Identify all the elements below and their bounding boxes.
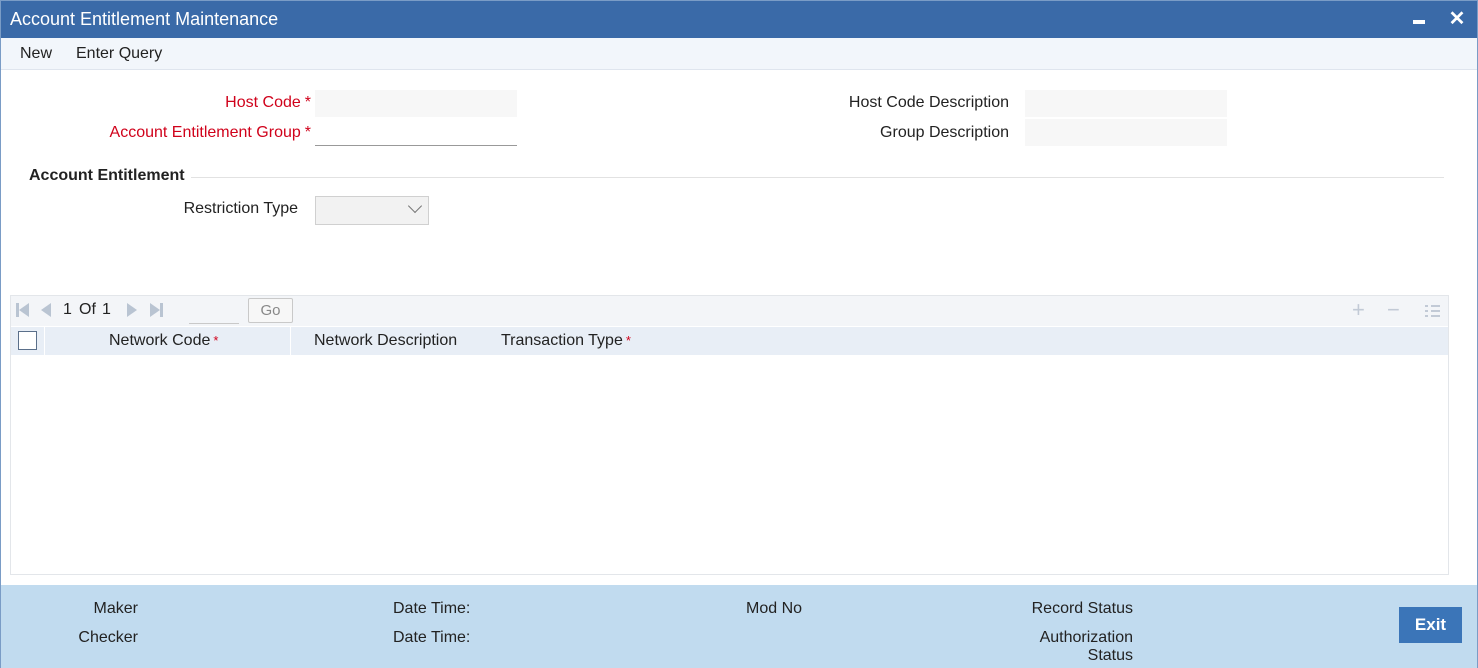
group-description-field xyxy=(1025,119,1227,146)
account-entitlement-group-label-text: Account Entitlement Group xyxy=(109,124,301,141)
required-marker: * xyxy=(304,94,311,111)
checker-date-time-label: Date Time: xyxy=(393,629,471,646)
network-grid: 1 Of 1 Go + − Network Code * Network Des… xyxy=(10,295,1449,575)
enter-query-button[interactable]: Enter Query xyxy=(76,45,162,63)
account-entitlement-group-field[interactable] xyxy=(315,119,517,146)
chevron-down-icon xyxy=(407,198,423,214)
host-code-field[interactable] xyxy=(315,90,517,117)
required-marker: * xyxy=(304,124,311,141)
required-marker: * xyxy=(213,333,219,348)
section-divider xyxy=(191,177,1444,178)
host-code-description-label: Host Code Description xyxy=(848,94,1009,111)
go-button[interactable]: Go xyxy=(248,298,293,323)
maker-date-time-label: Date Time: xyxy=(393,600,471,617)
network-code-header-label: Network Code xyxy=(109,332,211,349)
toolbar: New Enter Query xyxy=(1,38,1477,70)
total-pages: 1 xyxy=(102,301,111,318)
host-code-description-field xyxy=(1025,90,1227,117)
mod-no-label: Mod No xyxy=(746,600,803,617)
authorization-status-label-line2: Status xyxy=(1087,647,1133,664)
column-header-transaction-type[interactable]: Transaction Type * xyxy=(501,332,631,350)
next-page-icon[interactable] xyxy=(125,303,139,317)
account-entitlement-maintenance-window: Account Entitlement Maintenance ✕ New En… xyxy=(0,0,1478,668)
last-page-icon[interactable] xyxy=(150,303,164,317)
restriction-type-label: Restriction Type xyxy=(183,200,298,217)
restriction-type-select[interactable] xyxy=(315,196,429,225)
first-page-icon[interactable] xyxy=(16,303,30,317)
new-button[interactable]: New xyxy=(20,45,52,63)
page-number-input[interactable] xyxy=(189,300,239,324)
current-page: 1 xyxy=(63,301,72,318)
grid-pager: 1 Of 1 Go + − xyxy=(11,296,1448,326)
window-title: Account Entitlement Maintenance xyxy=(10,9,279,29)
record-status-label: Record Status xyxy=(1031,600,1133,617)
previous-page-icon[interactable] xyxy=(39,303,53,317)
checker-label: Checker xyxy=(78,629,138,646)
account-entitlement-section-title: Account Entitlement xyxy=(29,167,185,184)
account-entitlement-group-label: Account Entitlement Group * xyxy=(110,124,311,142)
column-header-network-description[interactable]: Network Description xyxy=(314,332,457,350)
close-icon[interactable]: ✕ xyxy=(1447,7,1467,31)
view-list-icon[interactable] xyxy=(1425,304,1440,318)
column-header-network-code[interactable]: Network Code * xyxy=(109,332,218,350)
exit-button[interactable]: Exit xyxy=(1399,607,1462,643)
select-all-checkbox[interactable] xyxy=(18,331,37,350)
required-marker: * xyxy=(625,333,631,348)
group-description-label: Group Description xyxy=(880,124,1009,141)
host-code-label: Host Code * xyxy=(225,94,311,112)
authorization-status-label-line1: Authorization xyxy=(1039,629,1133,646)
grid-header: Network Code * Network Description Transa… xyxy=(11,327,1448,355)
page-of-label: Of xyxy=(79,301,96,318)
remove-row-icon[interactable]: − xyxy=(1387,299,1400,321)
audit-footer: Maker Checker Date Time: Date Time: Mod … xyxy=(1,585,1477,668)
transaction-type-header-label: Transaction Type xyxy=(501,332,623,349)
maker-label: Maker xyxy=(93,600,138,617)
column-separator xyxy=(290,327,291,355)
add-row-icon[interactable]: + xyxy=(1352,299,1365,321)
host-code-label-text: Host Code xyxy=(225,94,301,111)
title-bar: Account Entitlement Maintenance ✕ xyxy=(1,1,1477,38)
column-separator xyxy=(44,327,45,355)
